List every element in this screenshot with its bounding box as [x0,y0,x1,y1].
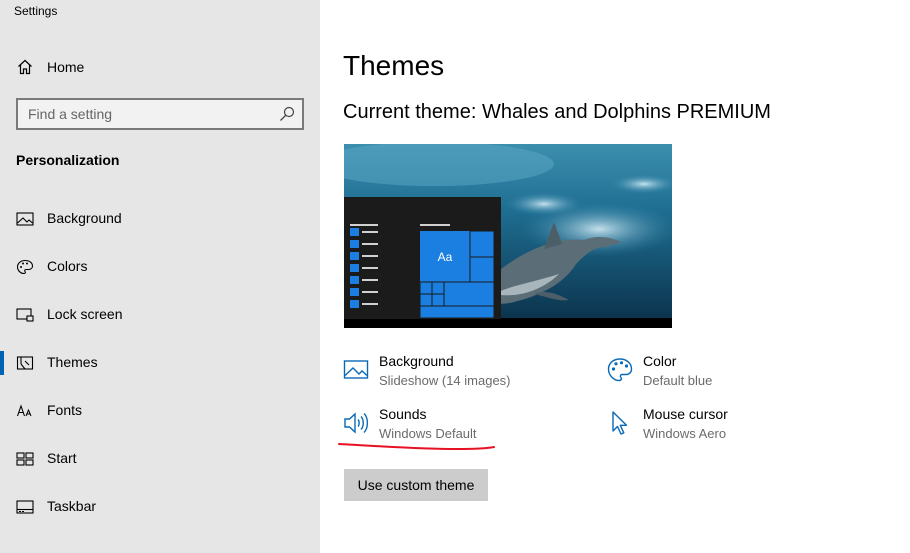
sidebar-item-label: Start [47,450,77,466]
sidebar-item-start[interactable]: Start [0,439,320,479]
search-placeholder: Find a setting [28,106,113,122]
sidebar-item-label: Fonts [47,402,83,418]
main-content: Themes Current theme: Whales and Dolphin… [320,0,910,553]
property-value: Slideshow (14 images) [379,373,511,388]
theme-preview-image: Aa [344,144,672,328]
picture-icon [16,212,34,226]
sidebar: Settings Home Find a setting Personaliza… [0,0,320,553]
search-input[interactable]: Find a setting [16,98,304,130]
property-name: Color [643,353,677,369]
window-title: Settings [14,4,58,18]
theme-property-color[interactable]: Color Default blue [607,353,847,397]
property-name: Background [379,353,454,369]
sidebar-item-label: Lock screen [47,306,123,322]
sidebar-item-label: Themes [47,354,98,370]
home-icon [18,59,32,75]
property-name: Mouse cursor [643,406,728,422]
sidebar-item-label: Colors [47,258,88,274]
home-nav-item[interactable]: Home [0,52,320,82]
palette-icon [16,259,34,275]
section-title: Personalization [16,152,120,168]
page-title: Themes [343,50,445,81]
sidebar-item-background[interactable]: Background [0,199,320,239]
cursor-icon [612,411,628,435]
annotation-underline [338,443,495,451]
sidebar-item-label: Taskbar [47,498,97,514]
current-theme-heading: Current theme: Whales and Dolphins PREMI… [343,101,771,123]
sidebar-item-label: Background [47,210,122,226]
speaker-icon [344,412,369,434]
sidebar-item-themes[interactable]: Themes [0,343,320,383]
taskbar-icon [16,500,34,514]
property-value: Windows Aero [643,426,727,441]
theme-property-mouse-cursor[interactable]: Mouse cursor Windows Aero [607,406,847,450]
property-value: Default blue [643,373,713,388]
themes-icon [16,356,34,370]
sidebar-item-fonts[interactable]: Fonts [0,391,320,431]
fonts-icon [16,404,32,417]
start-icon [16,452,34,466]
use-custom-theme-button[interactable]: Use custom theme [344,469,488,501]
palette-icon [607,358,633,382]
picture-icon [343,360,369,379]
theme-property-background[interactable]: Background Slideshow (14 images) [343,353,583,397]
property-name: Sounds [379,406,427,422]
theme-preview: Aa [344,144,672,328]
search-icon [280,106,295,121]
preview-tile-label: Aa [438,250,453,264]
sidebar-item-taskbar[interactable]: Taskbar [0,487,320,527]
lock-screen-icon [16,308,34,322]
sidebar-item-colors[interactable]: Colors [0,247,320,287]
sidebar-item-lock-screen[interactable]: Lock screen [0,295,320,335]
home-label: Home [47,59,85,75]
